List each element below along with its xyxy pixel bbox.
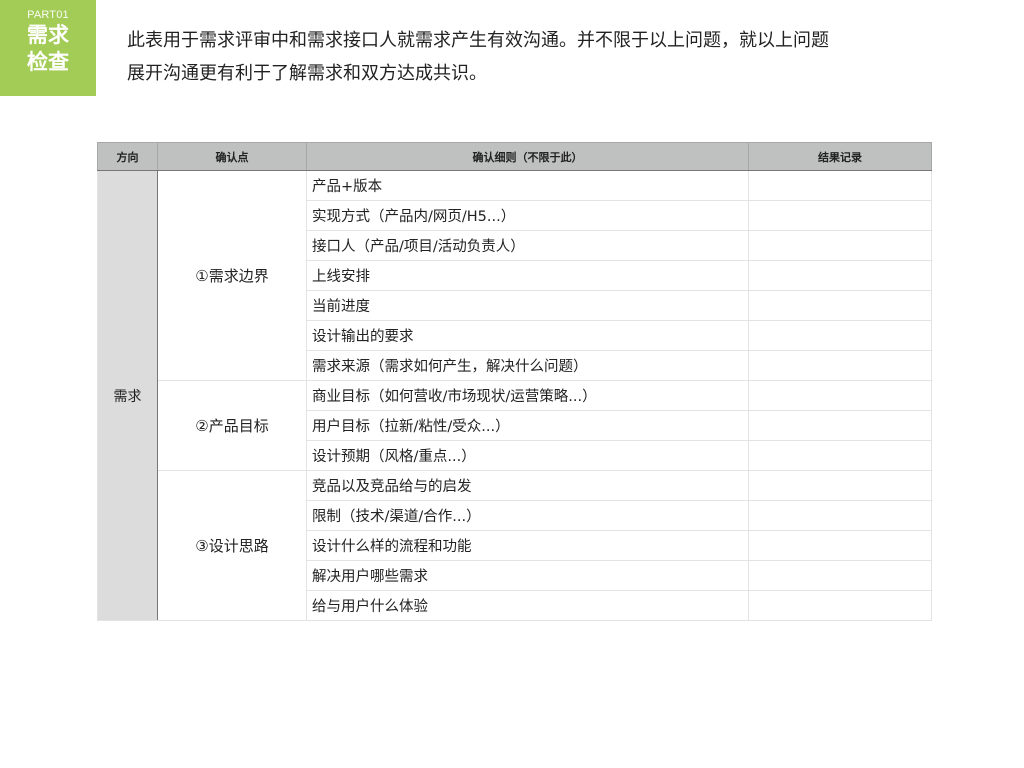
result-record-cell[interactable] — [748, 260, 932, 291]
detail-cell: 接口人（产品/项目/活动负责人） — [306, 230, 749, 261]
detail-cell: 设计预期（风格/重点...） — [306, 440, 749, 471]
header-result-record: 结果记录 — [748, 142, 932, 171]
header-confirm-details: 确认细则（不限于此） — [306, 142, 749, 171]
detail-cell: 用户目标（拉新/粘性/受众...） — [306, 410, 749, 441]
result-record-cell[interactable] — [748, 320, 932, 351]
header-direction: 方向 — [97, 142, 158, 171]
detail-cell: 上线安排 — [306, 260, 749, 291]
result-record-cell[interactable] — [748, 500, 932, 531]
result-record-cell[interactable] — [748, 170, 932, 201]
table-row: ③设计思路 竞品以及竞品给与的启发 — [98, 470, 932, 621]
result-record-cell[interactable] — [748, 290, 932, 321]
detail-cell: 实现方式（产品内/网页/H5...） — [306, 200, 749, 231]
badge-title-line2: 检查 — [27, 50, 69, 74]
result-record-cell[interactable] — [748, 230, 932, 261]
header-confirm-point: 确认点 — [157, 142, 307, 171]
confirm-point-cell: ②产品目标 — [157, 380, 307, 471]
result-record-cell[interactable] — [748, 590, 932, 621]
table-row: 需求 ①需求边界 产品+版本 — [97, 170, 932, 621]
detail-cell: 限制（技术/渠道/合作...） — [306, 500, 749, 531]
part-label: PART01 — [27, 9, 69, 21]
part-badge: PART01 需求 检查 — [0, 0, 96, 96]
detail-cell: 当前进度 — [306, 290, 749, 321]
detail-cell: 竞品以及竞品给与的启发 — [306, 470, 749, 501]
result-record-cell[interactable] — [748, 530, 932, 561]
detail-cell: 解决用户哪些需求 — [306, 560, 749, 591]
confirm-point-cell: ①需求边界 — [157, 170, 307, 381]
result-record-cell[interactable] — [748, 470, 932, 501]
badge-title-line1: 需求 — [27, 23, 69, 47]
table-header-row: 方向 确认点 确认细则（不限于此） 结果记录 — [97, 142, 932, 171]
result-record-cell[interactable] — [748, 380, 932, 411]
result-record-cell[interactable] — [748, 410, 932, 441]
intro-line-2: 展开沟通更有利于了解需求和双方达成共识。 — [127, 63, 487, 84]
result-record-cell[interactable] — [748, 440, 932, 471]
detail-cell: 给与用户什么体验 — [306, 590, 749, 621]
confirm-point-cell: ③设计思路 — [157, 470, 307, 621]
requirement-review-table: 方向 确认点 确认细则（不限于此） 结果记录 需求 ①需求边界 产品+版本 实现方式（… — [97, 142, 932, 621]
result-record-cell[interactable] — [748, 560, 932, 591]
detail-cell: 设计输出的要求 — [306, 320, 749, 351]
detail-cell: 需求来源（需求如何产生，解决什么问题） — [306, 350, 749, 381]
detail-cell: 产品+版本 — [306, 170, 749, 201]
table-body: 需求 ①需求边界 产品+版本 实现方式（产品内/网页/H5...） 接口人（产品/项目/… — [97, 170, 932, 621]
direction-cell: 需求 — [97, 170, 158, 621]
detail-cell: 设计什么样的流程和功能 — [306, 530, 749, 561]
intro-line-1: 此表用于需求评审中和需求接口人就需求产生有效沟通。并不限于以上问题，就以上问题 — [127, 30, 829, 51]
table-row: ②产品目标 商业目标（如何营收/市场现状/运营策略...） — [98, 380, 932, 471]
intro-text: 此表用于需求评审中和需求接口人就需求产生有效沟通。并不限于以上问题，就以上问题 … — [127, 24, 927, 90]
detail-cell: 商业目标（如何营收/市场现状/运营策略...） — [306, 380, 749, 411]
result-record-cell[interactable] — [748, 350, 932, 381]
result-record-cell[interactable] — [748, 200, 932, 231]
